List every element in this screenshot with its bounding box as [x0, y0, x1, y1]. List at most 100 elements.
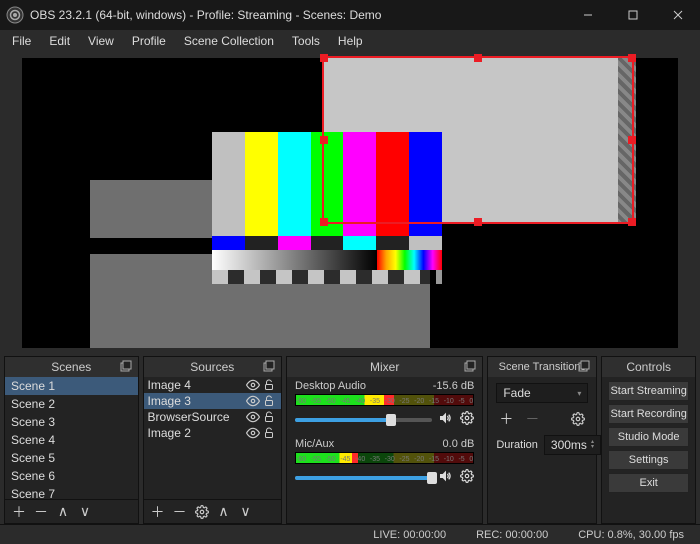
start-recording-button[interactable]: Start Recording [608, 404, 689, 424]
popout-icon[interactable] [263, 360, 277, 374]
status-rec: REC: 00:00:00 [476, 529, 548, 541]
sources-dock: Sources Image 4Image 3 BrowserSourceImage… [143, 356, 283, 524]
scene-down-button[interactable]: ∨ [75, 502, 95, 522]
volume-slider[interactable] [295, 476, 432, 480]
controls-dock: Controls Start Streaming Start Recording… [601, 356, 696, 524]
popout-icon[interactable] [578, 360, 592, 374]
scene-item[interactable]: Scene 3 [5, 413, 138, 431]
scenes-toolbar: ＋ － ∧ ∨ [5, 499, 138, 523]
duration-input[interactable]: 300ms ▴▾ [544, 435, 601, 455]
mixer-channel: Desktop Audio -15.6 dB -60-55-50-45-40-35-… [287, 377, 482, 435]
source-item[interactable]: Image 3 [144, 393, 282, 409]
transition-select[interactable]: Fade ▾ [496, 383, 588, 403]
transition-properties-button[interactable] [568, 409, 588, 429]
menu-scene-collection[interactable]: Scene Collection [176, 32, 282, 50]
window-title: OBS 23.2.1 (64-bit, windows) - Profile: … [30, 8, 565, 22]
status-cpu: CPU: 0.8%, 30.00 fps [578, 529, 684, 541]
sources-title: Sources [190, 360, 234, 374]
gear-icon[interactable] [460, 469, 474, 486]
sources-list[interactable]: Image 4Image 3 BrowserSourceImage 2 [144, 377, 282, 499]
transition-current: Fade [503, 386, 530, 400]
exit-button[interactable]: Exit [608, 473, 689, 493]
remove-source-button[interactable]: － [170, 502, 190, 522]
speaker-icon[interactable] [438, 468, 454, 487]
remove-transition-button[interactable]: － [522, 409, 542, 429]
vu-meter: -60-55-50-45-40-35-30-25-20-15-10-50 [295, 394, 474, 406]
source-up-button[interactable]: ∧ [214, 502, 234, 522]
vu-meter: -60-55-50-45-40-35-30-25-20-15-10-50 [295, 452, 474, 464]
chevron-down-icon: ▾ [577, 389, 581, 398]
sources-header[interactable]: Sources [144, 357, 282, 377]
visibility-icon[interactable] [245, 378, 261, 392]
add-transition-button[interactable]: ＋ [496, 409, 516, 429]
mixer-dock: Mixer Desktop Audio -15.6 dB -60-55-50-45-… [286, 356, 483, 524]
mixer-title: Mixer [370, 360, 399, 374]
lock-icon[interactable] [261, 379, 277, 391]
scenes-dock: Scenes Scene 1Scene 2Scene 3Scene 4Scene… [4, 356, 139, 524]
scene-up-button[interactable]: ∧ [53, 502, 73, 522]
source-label: BrowserSource [148, 410, 246, 424]
speaker-icon[interactable] [438, 410, 454, 429]
menu-file[interactable]: File [4, 32, 39, 50]
mixer-body: Desktop Audio -15.6 dB -60-55-50-45-40-35-… [287, 377, 482, 523]
source-item[interactable]: Image 2 [144, 425, 282, 441]
scene-item[interactable]: Scene 7 [5, 485, 138, 499]
selection-bounding-box[interactable] [322, 56, 634, 224]
scene-item[interactable]: Scene 4 [5, 431, 138, 449]
popout-icon[interactable] [464, 360, 478, 374]
channel-db: -15.6 dB [433, 380, 475, 392]
menubar: File Edit View Profile Scene Collection … [0, 30, 700, 52]
add-source-button[interactable]: ＋ [148, 502, 168, 522]
docks: Scenes Scene 1Scene 2Scene 3Scene 4Scene… [0, 354, 700, 524]
lock-icon[interactable] [261, 427, 277, 439]
scene-item[interactable]: Scene 2 [5, 395, 138, 413]
duration-value: 300ms [551, 438, 587, 452]
volume-slider[interactable] [295, 418, 432, 422]
add-scene-button[interactable]: ＋ [9, 502, 29, 522]
transitions-title: Scene Transitions [499, 361, 586, 373]
source-label: Image 3 [148, 394, 246, 408]
menu-view[interactable]: View [80, 32, 122, 50]
channel-db: 0.0 dB [443, 438, 475, 450]
controls-title: Controls [626, 360, 671, 374]
start-streaming-button[interactable]: Start Streaming [608, 381, 689, 401]
close-button[interactable] [655, 0, 700, 30]
minimize-button[interactable] [565, 0, 610, 30]
scenes-header[interactable]: Scenes [5, 357, 138, 377]
menu-profile[interactable]: Profile [124, 32, 174, 50]
transitions-dock: Scene Transitions Fade ▾ ＋ － Duration 30… [487, 356, 597, 524]
menu-help[interactable]: Help [330, 32, 371, 50]
app-icon [6, 6, 24, 24]
mixer-channel: Mic/Aux 0.0 dB -60-55-50-45-40-35-30-25-20… [287, 435, 482, 493]
lock-icon[interactable] [261, 395, 277, 407]
studio-mode-button[interactable]: Studio Mode [608, 427, 689, 447]
source-properties-button[interactable] [192, 502, 212, 522]
titlebar: OBS 23.2.1 (64-bit, windows) - Profile: … [0, 0, 700, 30]
spinner-icon[interactable]: ▴▾ [591, 440, 594, 450]
visibility-icon[interactable] [245, 410, 261, 424]
channel-name: Mic/Aux [295, 438, 334, 450]
menu-edit[interactable]: Edit [41, 32, 78, 50]
scene-item[interactable]: Scene 6 [5, 467, 138, 485]
scenes-list[interactable]: Scene 1Scene 2Scene 3Scene 4Scene 5Scene… [5, 377, 138, 499]
popout-icon[interactable] [120, 360, 134, 374]
preview-area[interactable] [0, 52, 700, 354]
gear-icon[interactable] [460, 411, 474, 428]
controls-header[interactable]: Controls [602, 357, 695, 377]
source-item[interactable]: BrowserSource [144, 409, 282, 425]
lock-icon[interactable] [261, 411, 277, 423]
visibility-icon[interactable] [245, 426, 261, 440]
menu-tools[interactable]: Tools [284, 32, 328, 50]
scenes-title: Scenes [51, 360, 91, 374]
channel-name: Desktop Audio [295, 380, 366, 392]
maximize-button[interactable] [610, 0, 655, 30]
source-item[interactable]: Image 4 [144, 377, 282, 393]
remove-scene-button[interactable]: － [31, 502, 51, 522]
scene-item[interactable]: Scene 5 [5, 449, 138, 467]
settings-button[interactable]: Settings [608, 450, 689, 470]
scene-item[interactable]: Scene 1 [5, 377, 138, 395]
mixer-header[interactable]: Mixer [287, 357, 482, 377]
transitions-header[interactable]: Scene Transitions [488, 357, 596, 377]
source-down-button[interactable]: ∨ [236, 502, 256, 522]
visibility-icon[interactable] [245, 394, 261, 408]
